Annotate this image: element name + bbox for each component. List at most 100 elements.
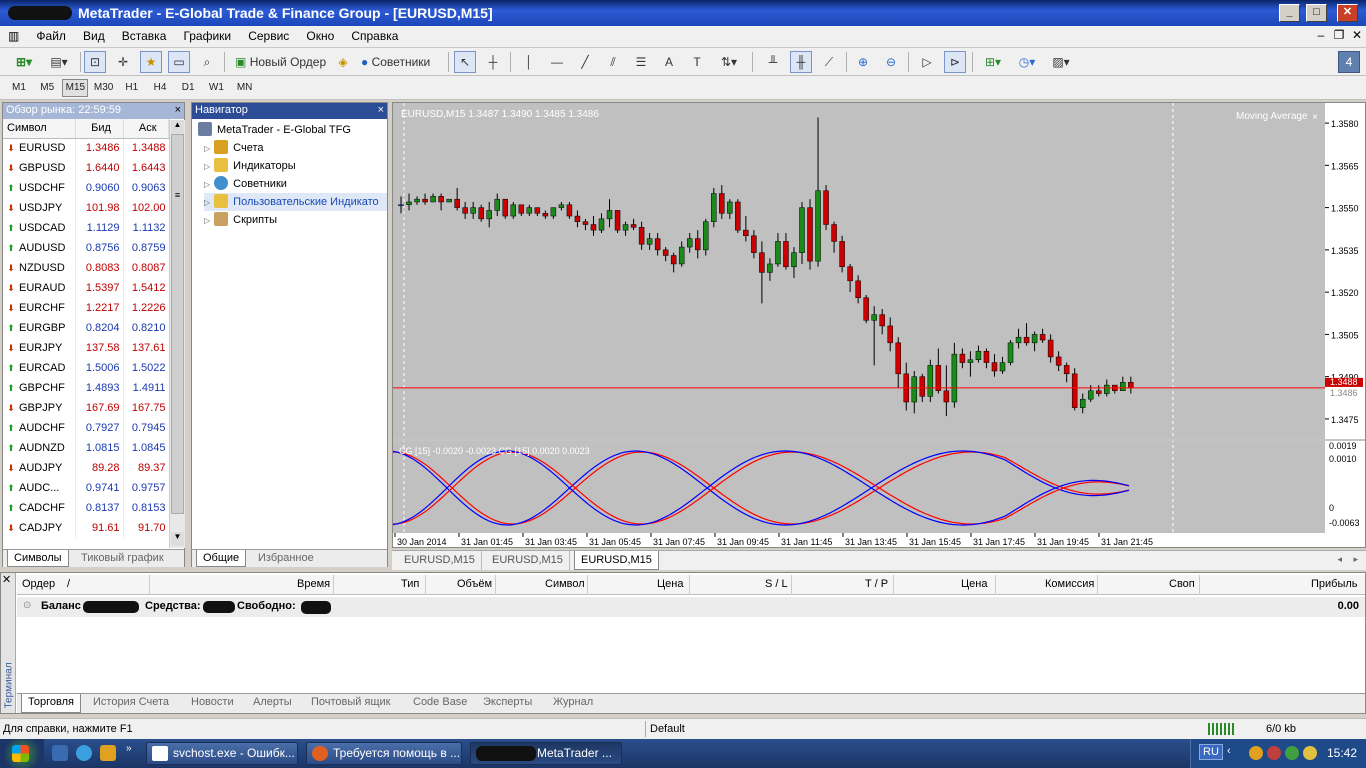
market-watch-row[interactable]: ⬆ GBPCHF 1.4893 1.4911 — [3, 378, 169, 398]
column-header-bid[interactable]: Бид — [75, 119, 124, 139]
text-label-icon[interactable]: T — [686, 51, 708, 73]
menu-window[interactable]: Окно — [299, 26, 341, 46]
period-button-w1[interactable]: W1 — [203, 79, 229, 97]
quicklaunch-expand-icon[interactable]: » — [126, 743, 132, 754]
period-button-m30[interactable]: M30 — [91, 79, 117, 97]
tab-alerts[interactable]: Алерты — [253, 696, 292, 708]
market-watch-row[interactable]: ⬆ AUDUSD 0.8756 0.8759 — [3, 238, 169, 258]
market-watch-scrollbar[interactable]: ▲ ≡ ▼ — [169, 120, 185, 548]
scroll-left-icon[interactable]: ◂ — [1337, 554, 1342, 565]
maximize-button[interactable]: □ — [1306, 4, 1327, 22]
period-button-d1[interactable]: D1 — [175, 79, 201, 97]
data-window-icon[interactable]: ✛ — [112, 51, 134, 73]
cursor-icon[interactable]: ↖ — [454, 51, 476, 73]
app-menu-icon[interactable]: ▥ — [0, 26, 26, 46]
close-icon[interactable]: × — [378, 103, 384, 118]
vertical-line-icon[interactable]: │ — [518, 51, 540, 73]
period-button-h4[interactable]: H4 — [147, 79, 173, 97]
taskbar-button-svchost[interactable]: svchost.exe - Ошибк... — [146, 742, 298, 765]
column-header-swap[interactable]: Своп — [1169, 578, 1195, 590]
minimize-button[interactable]: _ — [1279, 4, 1300, 22]
tray-network-icon[interactable] — [1285, 746, 1299, 760]
market-watch-row[interactable]: ⬇ EURAUD 1.5397 1.5412 — [3, 278, 169, 298]
tray-app-icon[interactable] — [1267, 746, 1281, 760]
trendline-icon[interactable]: ╱ — [574, 51, 596, 73]
market-watch-row[interactable]: ⬇ GBPJPY 167.69 167.75 — [3, 398, 169, 418]
horizontal-line-icon[interactable]: — — [546, 51, 568, 73]
crosshair-icon[interactable]: ┼ — [482, 51, 504, 73]
column-header-tp[interactable]: T / P — [865, 578, 888, 590]
auto-scroll-icon[interactable]: ▷ — [916, 51, 938, 73]
navigator-item-scripts[interactable]: ▷ Скрипты — [204, 211, 277, 229]
terminal-toggle-icon[interactable]: ▭ — [168, 51, 190, 73]
taskbar-button-firefox[interactable]: Требуется помощь в ... — [306, 742, 462, 765]
market-watch-toggle-icon[interactable]: ⊡ — [84, 51, 106, 73]
tray-expand-icon[interactable]: ‹ — [1227, 745, 1231, 757]
clock[interactable]: 15:42 — [1327, 746, 1357, 760]
equidistant-channel-icon[interactable]: ⫽ — [602, 51, 624, 73]
tab-favorites[interactable]: Избранное — [252, 550, 320, 567]
scroll-down-icon[interactable]: ▼ — [171, 532, 184, 546]
strategy-tester-icon[interactable]: ⌕ — [196, 51, 218, 73]
quicklaunch-media-icon[interactable] — [100, 745, 116, 761]
scroll-thumb[interactable]: ≡ — [171, 134, 184, 514]
balance-row[interactable]: ⊙ Баланс Средства: Свободно: 0.00 — [17, 597, 1365, 617]
period-button-mn[interactable]: MN — [232, 79, 258, 97]
indicators-icon[interactable]: ⊞▾ — [978, 51, 1008, 73]
column-header-profit[interactable]: Прибыль — [1311, 578, 1358, 590]
close-icon[interactable]: ✕ — [2, 573, 11, 586]
period-button-m1[interactable]: M1 — [6, 79, 32, 97]
close-button[interactable]: ✕ — [1337, 4, 1358, 22]
market-watch-row[interactable]: ⬇ CADJPY 91.61 91.70 — [3, 518, 169, 538]
new-chart-icon[interactable]: ⊞▾ — [6, 51, 42, 73]
column-header-price-current[interactable]: Цена — [961, 578, 987, 590]
market-watch-row[interactable]: ⬆ AUDC... 0.9741 0.9757 — [3, 478, 169, 498]
scroll-right-icon[interactable]: ▸ — [1353, 554, 1358, 565]
taskbar-button-metatrader[interactable]: MetaTrader ... — [470, 742, 622, 765]
period-button-m5[interactable]: M5 — [34, 79, 60, 97]
tab-mailbox[interactable]: Почтовый ящик — [311, 696, 390, 708]
market-watch-row[interactable]: ⬆ USDCHF 0.9060 0.9063 — [3, 178, 169, 198]
column-header-type[interactable]: Тип — [401, 578, 419, 590]
column-header-symbol[interactable]: Символ — [3, 119, 76, 139]
market-watch-row[interactable]: ⬆ USDCAD 1.1129 1.1132 — [3, 218, 169, 238]
market-watch-row[interactable]: ⬆ AUDNZD 1.0815 1.0845 — [3, 438, 169, 458]
tab-account-history[interactable]: История Счета — [93, 696, 169, 708]
mdi-minimize-button[interactable]: – — [1312, 28, 1330, 42]
market-watch-row[interactable]: ⬇ GBPUSD 1.6440 1.6443 — [3, 158, 169, 178]
column-header-order[interactable]: Ордер — [22, 578, 55, 590]
menu-insert[interactable]: Вставка — [115, 26, 174, 46]
periods-icon[interactable]: ◷▾ — [1012, 51, 1042, 73]
chart-shift-icon[interactable]: ⊳ — [944, 51, 966, 73]
chart-tab[interactable]: EURUSD,M15 — [486, 551, 570, 570]
column-header-time[interactable]: Время — [297, 578, 330, 590]
profiles-icon[interactable]: ▤▾ — [44, 51, 74, 73]
language-indicator[interactable]: RU — [1199, 744, 1223, 760]
start-button[interactable] — [0, 739, 44, 768]
menu-view[interactable]: Вид — [76, 26, 112, 46]
candlestick-icon[interactable]: ╫ — [790, 51, 812, 73]
market-watch-row[interactable]: ⬇ AUDJPY 89.28 89.37 — [3, 458, 169, 478]
close-icon[interactable]: × — [175, 103, 181, 118]
mdi-close-button[interactable]: ✕ — [1348, 28, 1366, 42]
column-header-ask[interactable]: Аск — [123, 119, 169, 139]
market-watch-row[interactable]: ⬆ EURCAD 1.5006 1.5022 — [3, 358, 169, 378]
chart-tab-active[interactable]: EURUSD,M15 — [574, 551, 659, 570]
notification-badge[interactable]: 4 — [1338, 51, 1360, 73]
tab-symbols[interactable]: Символы — [7, 550, 69, 567]
fibonacci-icon[interactable]: ☰ — [630, 51, 652, 73]
market-watch-row[interactable]: ⬆ AUDCHF 0.7927 0.7945 — [3, 418, 169, 438]
line-chart-icon[interactable]: ⟋ — [818, 51, 840, 73]
tab-common[interactable]: Общие — [196, 550, 247, 567]
arrows-icon[interactable]: ⇅▾ — [714, 51, 744, 73]
menu-help[interactable]: Справка — [344, 26, 405, 46]
tab-tick-chart[interactable]: Тиковый график — [75, 550, 170, 567]
column-header-symbol[interactable]: Символ — [545, 578, 585, 590]
templates-icon[interactable]: ▨▾ — [1046, 51, 1076, 73]
text-icon[interactable]: A — [658, 51, 680, 73]
navigator-toggle-icon[interactable]: ★ — [140, 51, 162, 73]
zoom-in-icon[interactable]: ⊕ — [852, 51, 874, 73]
menu-file[interactable]: Файл — [29, 26, 73, 46]
column-header-sl[interactable]: S / L — [765, 578, 788, 590]
column-header-price[interactable]: Цена — [657, 578, 683, 590]
